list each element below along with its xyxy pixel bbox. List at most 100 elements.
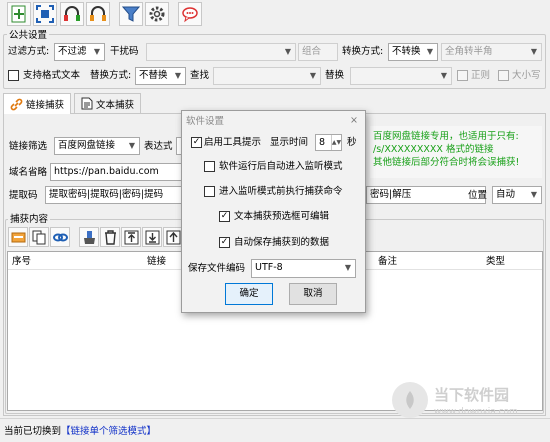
seconds-label: 秒	[347, 137, 357, 148]
link-hint-note: 百度网盘链接专用，也适用于只有: /s/XXXXXXXXX 格式的链接 其他链接…	[370, 126, 542, 178]
find-input[interactable]: ▼	[213, 67, 321, 85]
headphones-orange-icon	[90, 6, 106, 21]
link-filter-select[interactable]: 百度网盘链接 ▼	[54, 137, 140, 155]
spinner-arrows-icon[interactable]: ▲▼	[331, 135, 341, 150]
settings-dialog: 软件设置 × ✓ 启用工具提示 显示时间 8 ▲▼ 秒 软件运行后自动进入监听模式…	[181, 110, 366, 313]
link-filter-label: 链接筛选	[9, 141, 48, 152]
chain-icon	[52, 233, 68, 241]
scan-button[interactable]	[33, 2, 57, 26]
domain-label: 域名省略	[9, 167, 48, 178]
position-select[interactable]: 自动 ▼	[492, 186, 542, 204]
position-label: 位置	[468, 190, 488, 201]
encoding-label: 保存文件编码	[188, 263, 246, 274]
chevron-down-icon: ▼	[530, 190, 538, 199]
move-up-button[interactable]	[163, 227, 183, 247]
feedback-button[interactable]	[178, 2, 202, 26]
move-bottom-button[interactable]	[142, 227, 162, 247]
preview-edit-label: 文本捕获预选框可编辑	[234, 211, 330, 222]
status-bar: 当前已切换到【链接单个筛选模式】	[0, 418, 550, 442]
watermark-icon	[406, 391, 414, 409]
chevron-down-icon: ▼	[440, 71, 448, 80]
width-convert-select[interactable]: 全角转半角 ▼	[441, 43, 542, 61]
move-up-icon	[166, 230, 180, 244]
exec-capture-label: 进入监听模式前执行捕获命令	[219, 186, 343, 197]
chevron-down-icon: ▼	[344, 263, 352, 272]
column-header: 序号	[12, 256, 32, 267]
settings-button[interactable]	[145, 2, 169, 26]
tooltip-label: 启用工具提示	[204, 137, 262, 148]
support-format-label: 支持格式文本	[23, 70, 81, 81]
extract-code-input[interactable]: 提取密码|提取码|密码|提码	[45, 186, 182, 204]
gear-icon	[149, 6, 165, 22]
chevron-down-icon: ▼	[309, 71, 317, 80]
cancel-button[interactable]: 取消	[289, 283, 337, 305]
scan-icon	[36, 5, 54, 23]
chevron-down-icon: ▼	[530, 47, 538, 56]
filter-button[interactable]	[119, 2, 143, 26]
auto-monitor-label: 软件运行后自动进入监听模式	[219, 161, 343, 172]
clear-button[interactable]	[79, 227, 99, 247]
listen-alt-button[interactable]	[86, 2, 110, 26]
interference-input[interactable]: ▼	[146, 43, 296, 61]
display-time-spinner[interactable]: 8 ▲▼	[315, 134, 342, 151]
move-bottom-icon	[145, 230, 159, 244]
convert-mode-label: 转换方式:	[342, 46, 384, 57]
case-label: 大小写	[512, 70, 541, 81]
link-icon	[10, 98, 23, 110]
regex-checkbox[interactable]	[457, 70, 468, 81]
close-icon[interactable]: ×	[347, 114, 361, 128]
status-mode: 【链接单个筛选模式】	[61, 426, 157, 437]
chevron-down-icon: ▼	[284, 47, 292, 56]
case-checkbox[interactable]	[498, 70, 509, 81]
preview-edit-checkbox[interactable]: ✓	[219, 211, 230, 222]
tab-link-capture[interactable]: 链接捕获	[3, 93, 72, 114]
tab-label: 文本捕获	[96, 99, 135, 111]
column-header: 链接	[147, 256, 167, 267]
chevron-down-icon: ▼	[93, 47, 101, 56]
column-header: 类型	[486, 256, 506, 267]
public-settings-title: 公共设置	[7, 29, 50, 42]
combine-select[interactable]: 组合	[298, 43, 338, 61]
chat-icon	[182, 7, 198, 23]
headphones-red-icon	[64, 6, 80, 21]
encoding-select[interactable]: UTF-8 ▼	[251, 259, 356, 278]
chevron-down-icon: ▼	[426, 47, 434, 56]
replace-mode-label: 替换方式:	[90, 70, 132, 81]
delete-button[interactable]	[100, 227, 120, 247]
copy-button[interactable]	[29, 227, 49, 247]
copy-links-button[interactable]	[8, 227, 28, 247]
autosave-checkbox[interactable]: ✓	[219, 237, 230, 248]
domain-input[interactable]: https://pan.baidu.com	[50, 163, 182, 181]
add-icon	[11, 5, 26, 23]
replace-input[interactable]: ▼	[350, 67, 452, 85]
support-format-checkbox[interactable]	[8, 70, 19, 81]
watermark-logo	[392, 382, 428, 418]
brush-icon	[83, 230, 95, 244]
autosave-label: 自动保存捕获到的数据	[234, 237, 330, 248]
tooltip-checkbox[interactable]: ✓	[191, 137, 202, 148]
tab-label: 链接捕获	[26, 100, 65, 111]
copy-icon	[32, 230, 45, 244]
tab-text-capture[interactable]: 文本捕获	[74, 93, 142, 113]
auto-monitor-checkbox[interactable]	[204, 161, 215, 172]
replace-label: 替换	[325, 70, 345, 81]
column-header: 备注	[378, 256, 398, 267]
interference-label: 干扰码	[110, 46, 139, 57]
convert-links-button[interactable]	[50, 227, 70, 247]
filter-mode-select[interactable]: 不过滤 ▼	[54, 43, 105, 61]
display-time-label: 显示时间	[270, 137, 309, 148]
convert-mode-select[interactable]: 不转换 ▼	[388, 43, 438, 61]
move-top-icon	[124, 230, 138, 244]
link-copy-icon	[11, 232, 25, 242]
move-top-button[interactable]	[121, 227, 141, 247]
add-button[interactable]	[7, 2, 31, 26]
regex-label: 正则	[471, 70, 491, 81]
ok-button[interactable]: 确定	[225, 283, 273, 305]
filter-mode-label: 过滤方式:	[8, 46, 50, 57]
extract-code-label: 提取码	[9, 190, 38, 201]
watermark-title: 当下软件园	[434, 386, 510, 404]
trash-icon	[104, 229, 116, 245]
listen-button[interactable]	[60, 2, 84, 26]
exec-capture-checkbox[interactable]	[204, 186, 215, 197]
replace-mode-select[interactable]: 不替换 ▼	[135, 67, 186, 85]
